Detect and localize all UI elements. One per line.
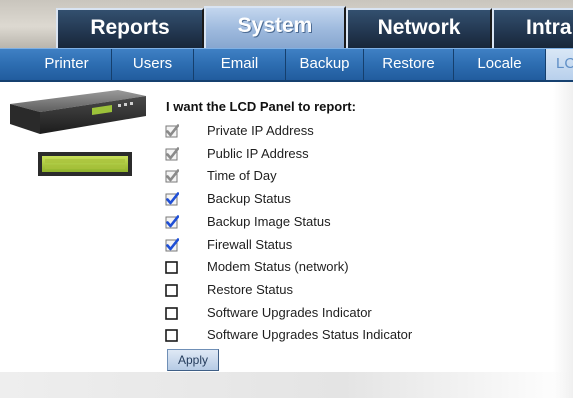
subtab-restore[interactable]: Restore <box>364 49 454 80</box>
tab-intranet[interactable]: Intra <box>492 8 573 48</box>
lcd-option-label: Time of Day <box>207 168 277 184</box>
lcd-option-label: Software Upgrades Indicator <box>207 304 372 320</box>
lcd-report-heading: I want the LCD Panel to report: <box>166 99 356 114</box>
checkbox-checked-disabled[interactable] <box>165 124 179 138</box>
lcd-option-label: Software Upgrades Status Indicator <box>207 327 413 343</box>
checkbox-unchecked[interactable] <box>165 306 179 320</box>
lcd-option-label: Backup Image Status <box>207 213 331 229</box>
right-shade <box>553 82 573 398</box>
tab-reports[interactable]: Reports <box>56 8 204 48</box>
lcd-appliance-illustration <box>10 90 146 176</box>
checkbox-checked-disabled[interactable] <box>165 146 179 161</box>
checkbox-checked[interactable] <box>165 192 179 206</box>
lcd-option-label: Restore Status <box>207 281 293 297</box>
checkbox-checked[interactable] <box>165 237 179 252</box>
checkbox-unchecked[interactable] <box>165 260 179 274</box>
lcd-option-label: Private IP Address <box>207 123 314 138</box>
top-tab-bar: Reports System Network Intra <box>0 0 573 48</box>
lcd-option-label: Backup Status <box>207 191 291 207</box>
subtab-email[interactable]: Email <box>194 49 286 80</box>
checkbox-checked[interactable] <box>165 214 179 229</box>
lcd-option-label: Firewall Status <box>207 236 293 252</box>
bottom-shade <box>0 372 573 398</box>
tab-network[interactable]: Network <box>346 8 492 48</box>
checkbox-unchecked[interactable] <box>165 328 179 343</box>
lcd-option-label: Modem Status (network) <box>207 259 349 275</box>
checkbox-checked-disabled[interactable] <box>165 169 179 183</box>
sub-tab-bar: Printer Users Email Backup Restore Local… <box>0 48 573 82</box>
page: Reports System Network Intra Printer Use… <box>0 0 573 398</box>
subtab-locale[interactable]: Locale <box>454 49 546 80</box>
tab-system[interactable]: System <box>204 6 346 48</box>
subtab-backup[interactable]: Backup <box>286 49 364 80</box>
subtab-lcd[interactable]: LC <box>546 49 573 80</box>
lcd-option-label: Public IP Address <box>207 145 309 161</box>
subtab-printer[interactable]: Printer <box>22 49 112 80</box>
checkbox-unchecked[interactable] <box>165 283 179 297</box>
apply-button[interactable]: Apply <box>167 349 219 371</box>
subtab-users[interactable]: Users <box>112 49 194 80</box>
